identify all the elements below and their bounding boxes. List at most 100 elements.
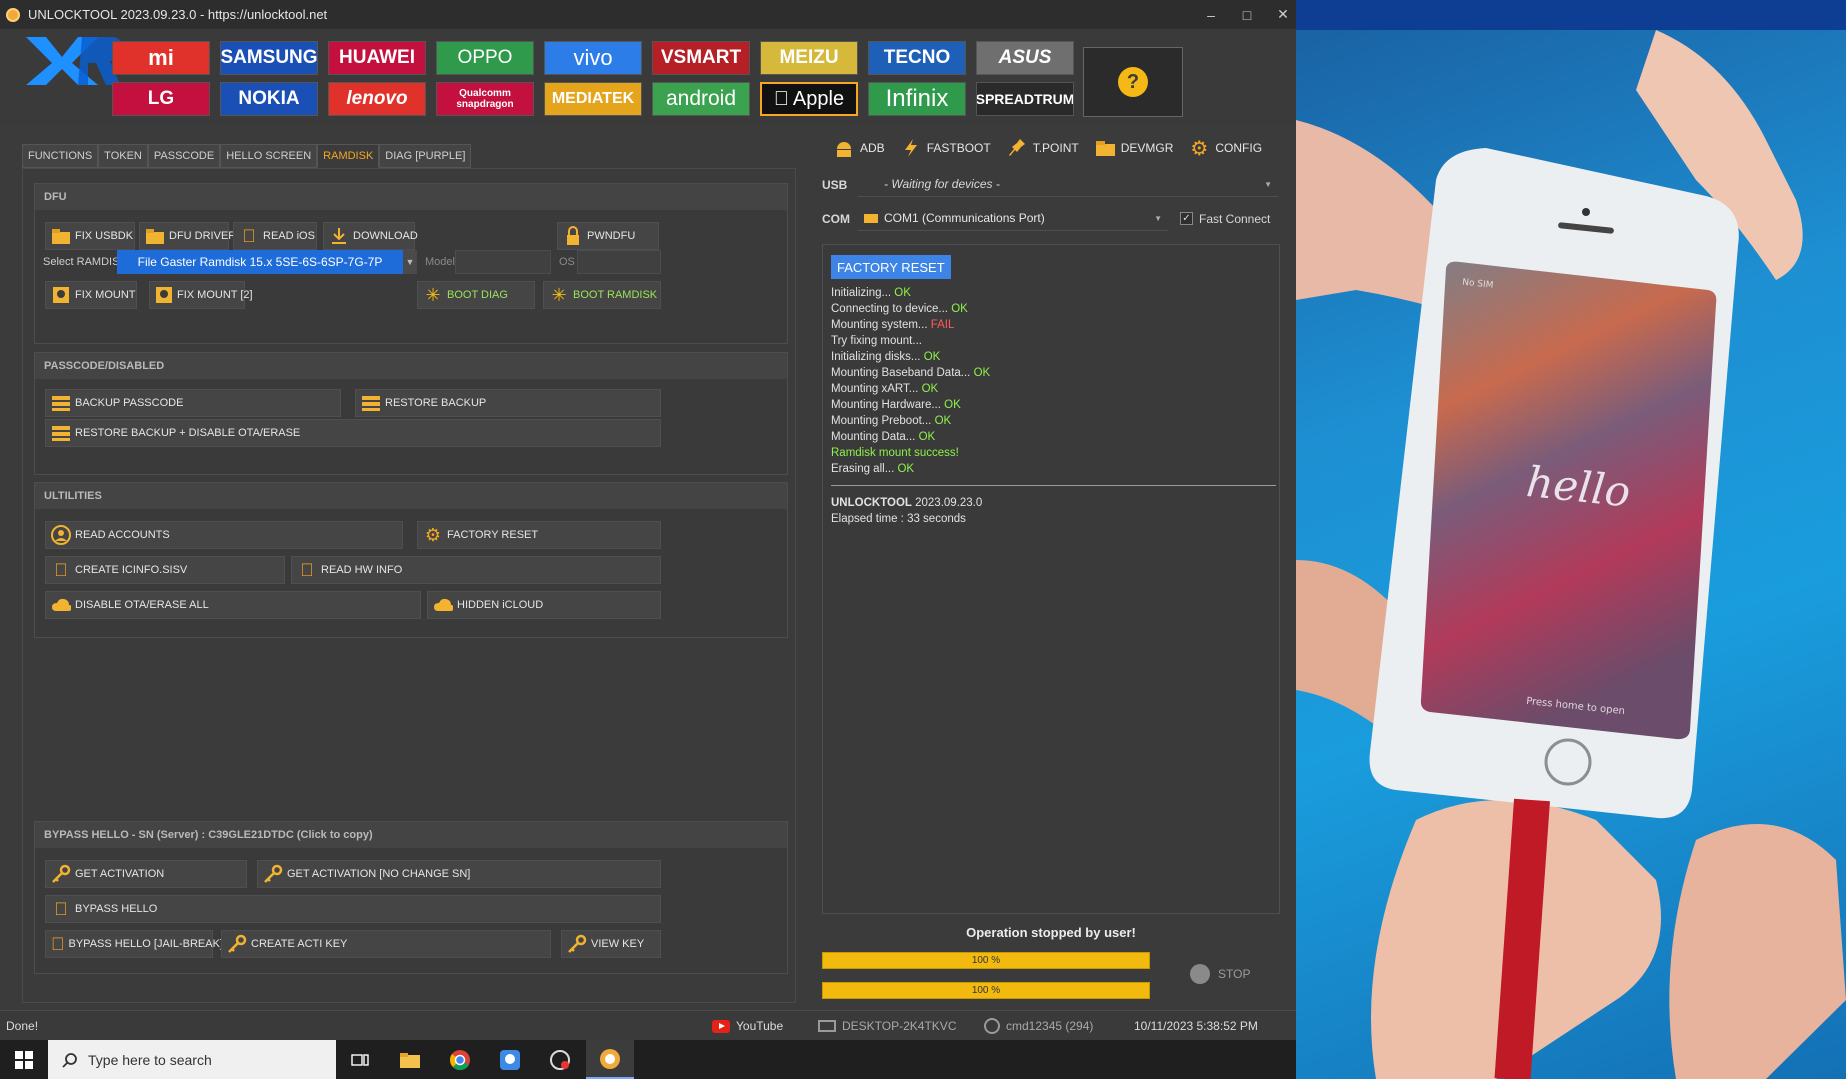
backup-passcode-button[interactable]: BACKUP PASSCODE (45, 389, 341, 417)
tab-diag-purple[interactable]: DIAG [PURPLE] (379, 144, 472, 168)
dfu-drivers-button[interactable]: DFU DRIVERS (139, 222, 244, 250)
com-port-select[interactable]: COM1 (Communications Port) ▼ (858, 206, 1168, 231)
brand-vsmart[interactable]: VSMART (652, 41, 750, 75)
bypass-hello-jailbreak-label: BYPASS HELLO [JAIL-BREAK] (57, 938, 223, 950)
brand-vivo[interactable]: vivo (544, 41, 642, 75)
pwndfu-label: PWNDFU (587, 230, 636, 242)
read-hw-info-button[interactable]:  READ HW INFO (291, 556, 661, 584)
brand-meizu[interactable]: MEIZU (760, 41, 858, 75)
get-activation-button[interactable]: GET ACTIVATION (45, 860, 247, 888)
usb-device-select[interactable]: - Waiting for devices - ▼ (858, 172, 1278, 197)
tab-passcode[interactable]: PASSCODE (147, 144, 221, 168)
brand-asus[interactable]: ASUS (976, 41, 1074, 75)
create-icinfo-button[interactable]:  CREATE ICINFO.SISV (45, 556, 285, 584)
get-activation-no-change-button[interactable]: GET ACTIVATION [NO CHANGE SN] (257, 860, 661, 888)
read-ios-button[interactable]:  READ iOS (233, 222, 317, 250)
boot-diag-button[interactable]: ✳ BOOT DIAG (417, 281, 535, 309)
brand-samsung[interactable]: SAMSUNG (220, 41, 318, 75)
chrome-button[interactable] (436, 1040, 484, 1079)
utilities-group: ULTILITIES READ ACCOUNTS ⚙ FACTORY RESET… (34, 482, 788, 638)
status-text: Done! (6, 1019, 39, 1033)
taskbar-search[interactable]: Type here to search (48, 1040, 336, 1079)
model-field[interactable] (455, 250, 551, 274)
chevron-down-icon[interactable]: ▼ (1264, 180, 1272, 189)
devmgr-button[interactable]: DEVMGR (1095, 138, 1173, 158)
fix-mount-2-button[interactable]: FIX MOUNT [2] (149, 281, 253, 309)
chevron-down-icon[interactable]: ▼ (403, 250, 417, 274)
taskbar-app-button[interactable] (486, 1040, 534, 1079)
boot-ramdisk-button[interactable]: ✳ BOOT RAMDISK (543, 281, 661, 309)
read-accounts-button[interactable]: READ ACCOUNTS (45, 521, 403, 549)
youtube-link[interactable]: YouTube (712, 1011, 783, 1041)
brand-huawei[interactable]: HUAWEI (328, 41, 426, 75)
bypass-hello-jailbreak-button[interactable]:  BYPASS HELLO [JAIL-BREAK] (45, 930, 223, 958)
lock-icon (563, 226, 583, 246)
pwndfu-button[interactable]: PWNDFU (557, 222, 659, 250)
brand-qualcomm[interactable]: Qualcomm snapdragon (436, 82, 534, 116)
brand-lenovo[interactable]: lenovo (328, 82, 426, 116)
brand-infinix[interactable]: Infinix (868, 82, 966, 116)
file-explorer-button[interactable] (386, 1040, 434, 1079)
log-line-text: Mounting Hardware... (831, 399, 945, 411)
unlocktool-taskbar-button[interactable] (586, 1040, 634, 1079)
tab-ramdisk[interactable]: RAMDISK (317, 144, 380, 168)
brand-mediatek[interactable]: MEDIATEK (544, 82, 642, 116)
task-view-button[interactable] (336, 1040, 384, 1079)
bypass-header[interactable]: BYPASS HELLO - SN (Server) : C39GLE21DTD… (35, 822, 787, 848)
stop-button[interactable]: STOP (1190, 964, 1250, 984)
create-acti-key-button[interactable]: CREATE ACTI KEY (221, 930, 551, 958)
brand-mi[interactable]: mi (112, 41, 210, 75)
download-button[interactable]: DOWNLOAD (323, 222, 418, 250)
fix-usbdk-button[interactable]: FIX USBDK (45, 222, 135, 250)
tab-hello-screen[interactable]: HELLO SCREEN (220, 144, 318, 168)
stop-icon (1190, 964, 1210, 984)
fast-connect-checkbox[interactable]: ✓ (1180, 212, 1193, 225)
brand-spreadtrum[interactable]: SPREADTRUM (976, 82, 1074, 116)
tab-token[interactable]: TOKEN (98, 144, 148, 168)
mode-toolbar: ADB FASTBOOT T.POINT DEVMGR ⚙ CONFIG (834, 136, 1278, 160)
factory-reset-button[interactable]: ⚙ FACTORY RESET (417, 521, 661, 549)
chevron-down-icon[interactable]: ▼ (1154, 214, 1162, 223)
pc-name: DESKTOP-2K4TKVC (818, 1011, 956, 1041)
model-label: Model (425, 256, 455, 268)
brand-apple[interactable]:  Apple (760, 82, 858, 116)
fast-connect-label: Fast Connect (1199, 212, 1271, 226)
restore-backup-button[interactable]: RESTORE BACKUP (355, 389, 661, 417)
log-line-text: Erasing all... (831, 463, 898, 475)
create-icinfo-label: CREATE ICINFO.SISV (75, 564, 188, 576)
bypass-hello-label: BYPASS HELLO (75, 903, 158, 915)
ramdisk-select[interactable]: File Gaster Ramdisk 15.x 5SE-6S-6SP-7G-7… (117, 250, 417, 274)
apple-icon:  (297, 560, 317, 580)
brand-android[interactable]: android (652, 82, 750, 116)
config-button[interactable]: ⚙ CONFIG (1189, 138, 1262, 160)
com-port-value: COM1 (Communications Port) (884, 211, 1045, 225)
disable-ota-erase-button[interactable]: DISABLE OTA/ERASE ALL (45, 591, 421, 619)
tab-functions[interactable]: FUNCTIONS (22, 144, 99, 168)
log-line: Mounting Data... OK (831, 429, 990, 445)
hidden-icloud-button[interactable]: HIDDEN iCLOUD (427, 591, 661, 619)
view-key-button[interactable]: VIEW KEY (561, 930, 661, 958)
bypass-hello-button[interactable]:  BYPASS HELLO (45, 895, 661, 923)
recorder-button[interactable] (536, 1040, 584, 1079)
fastboot-button[interactable]: FASTBOOT (901, 138, 991, 158)
restore-disable-ota-button[interactable]: RESTORE BACKUP + DISABLE OTA/ERASE (45, 419, 661, 447)
log-line-status: OK (918, 431, 936, 443)
tool-name: UNLOCKTOOL (831, 497, 912, 509)
adb-button[interactable]: ADB (834, 138, 885, 158)
start-button[interactable] (0, 1040, 48, 1079)
help-box[interactable]: ? (1083, 47, 1183, 117)
brand-nokia[interactable]: NOKIA (220, 82, 318, 116)
bypass-group[interactable]: BYPASS HELLO - SN (Server) : C39GLE21DTD… (34, 821, 788, 974)
os-field[interactable] (577, 250, 661, 274)
log-line-status: OK (923, 351, 941, 363)
brand-tecno[interactable]: TECNO (868, 41, 966, 75)
log-line: Try fixing mount... (831, 333, 990, 349)
brand-oppo[interactable]: OPPO (436, 41, 534, 75)
brand-lg[interactable]: LG (112, 82, 210, 116)
youtube-icon (712, 1019, 730, 1033)
cloud-icon (51, 595, 71, 615)
tpoint-button[interactable]: T.POINT (1007, 138, 1079, 158)
key-icon (227, 934, 247, 954)
fix-mount-button[interactable]: FIX MOUNT (45, 281, 137, 309)
key-icon (567, 934, 587, 954)
